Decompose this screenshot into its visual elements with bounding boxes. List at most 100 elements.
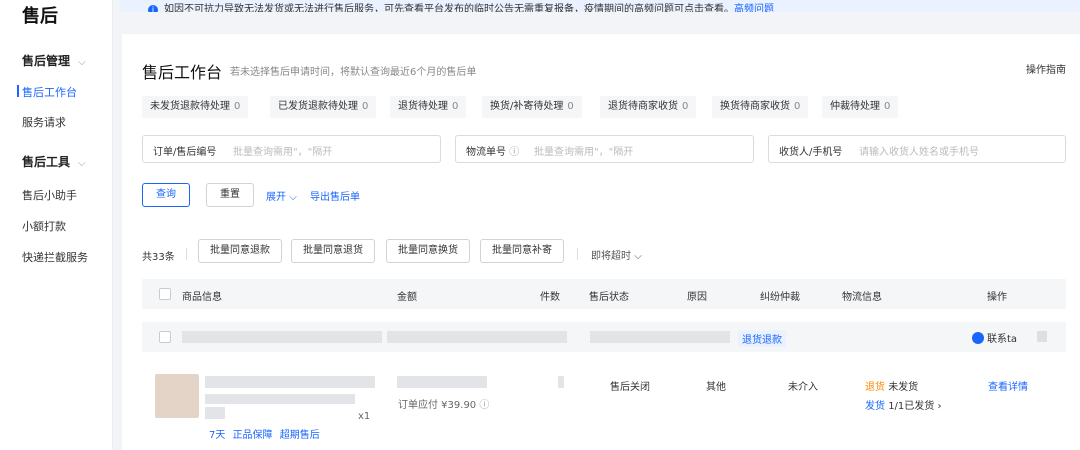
blurred-order-info — [182, 331, 382, 343]
notice-link[interactable]: 高频问题 — [734, 4, 774, 12]
main-panel: 售后工作台 若未选择售后申请时间，将默认查询最近6个月的售后单 操作指南 未发货… — [122, 34, 1080, 450]
sidebar-group-label: 售后工具 — [22, 155, 71, 169]
field-label: 收货人/手机号 — [779, 147, 843, 158]
chip-count: 0 — [234, 101, 241, 112]
blurred-amount — [397, 376, 487, 388]
soon-label: 即将超时 — [591, 251, 631, 262]
product-qty: x1 — [358, 411, 371, 422]
export-link[interactable]: 导出售后单 — [310, 188, 360, 203]
batch-agree-refund-button[interactable]: 批量同意退款 — [198, 239, 282, 263]
sidebar-group-aftersale-management[interactable]: 售后管理 ⌵ — [22, 52, 86, 69]
divider — [186, 248, 187, 260]
contact-label: 联系ta — [987, 334, 1018, 345]
batch-agree-resend-button[interactable]: 批量同意补寄 — [480, 239, 564, 263]
status-chip[interactable]: 已发货退款待处理 0 — [270, 96, 377, 118]
logistics-number-field[interactable]: 物流单号 ⓘ 批量查询需用"，"隔开 — [455, 135, 754, 163]
help-icon: ⓘ — [509, 147, 520, 158]
view-details-link[interactable]: 查看详情 — [988, 378, 1028, 393]
dispute-status: 未介入 — [788, 382, 818, 393]
sidebar-item-small-payment[interactable]: 小额打款 — [22, 218, 66, 234]
return-status: 未发货 — [888, 382, 919, 393]
ship-logistics[interactable]: 发货 1/1已发货 › — [865, 397, 941, 412]
field-placeholder: 批量查询需用"，"隔开 — [534, 147, 634, 158]
field-label: 物流单号 ⓘ — [466, 143, 519, 158]
chip-label: 未发货退款待处理 — [150, 101, 230, 112]
total-count: 共33条 — [142, 252, 175, 263]
blurred-order-info — [387, 331, 567, 343]
order-amount: 订单应付 ¥39.90 ⓘ — [398, 396, 489, 411]
aftersale-type-tag: 退货退款 — [738, 330, 786, 347]
chevron-down-icon: ⌵ — [634, 251, 642, 262]
expand-label: 展开 — [266, 192, 286, 203]
receiver-field[interactable]: 收货人/手机号 请输入收货人姓名或手机号 — [768, 135, 1066, 163]
field-label: 订单/售后编号 — [153, 147, 217, 158]
tag-genuine: 正品保障 — [232, 430, 273, 441]
col-status: 售后状态 — [589, 292, 629, 303]
sidebar-item-workbench[interactable]: 售后工作台 — [17, 84, 77, 100]
status-chip[interactable]: 换货/补寄待处理 0 — [482, 96, 582, 118]
status-chip[interactable]: 换货待商家收货 0 — [712, 96, 809, 118]
amount-text: 订单应付 ¥39.90 — [398, 400, 477, 411]
flag-icon[interactable] — [1037, 331, 1047, 342]
status-chip[interactable]: 退货待商家收货 0 — [600, 96, 697, 118]
contact-button[interactable]: 联系ta — [972, 330, 1017, 345]
sidebar: 售后 售后管理 ⌵ 售后工作台 服务请求 售后工具 ⌵ 售后小助手 小额打款 快递拦… — [0, 0, 113, 450]
chip-label: 退货待商家收货 — [608, 101, 678, 112]
blurred-product-title — [205, 376, 375, 388]
chevron-down-icon: ⌵ — [78, 57, 86, 68]
notice-text: 如因不可抗力导致无法发货或无法进行售后服务，可先查看平台发布的临时公告无需重复报… — [164, 4, 734, 12]
tag-7days: 7天 — [209, 430, 226, 441]
chip-count: 0 — [452, 101, 459, 112]
status-chip[interactable]: 未发货退款待处理 0 — [142, 96, 249, 118]
col-actions: 操作 — [987, 292, 1007, 303]
field-placeholder: 批量查询需用"，"隔开 — [233, 147, 333, 158]
reset-button[interactable]: 重置 — [206, 183, 254, 207]
chip-count: 0 — [682, 101, 689, 112]
status-chip[interactable]: 仲裁待处理 0 — [822, 96, 899, 118]
col-dispute: 纠纷仲裁 — [760, 292, 800, 303]
guide-link[interactable]: 操作指南 — [1026, 61, 1066, 76]
sidebar-item-express-intercept[interactable]: 快递拦截服务 — [22, 249, 88, 265]
divider — [577, 248, 578, 260]
col-product: 商品信息 — [182, 292, 222, 303]
aftersale-status: 售后关闭 — [610, 382, 650, 393]
sidebar-item-assistant[interactable]: 售后小助手 — [22, 187, 77, 203]
chip-label: 换货待商家收货 — [720, 101, 790, 112]
row-checkbox[interactable] — [159, 331, 171, 343]
soon-timeout-filter[interactable]: 即将超时 ⌵ — [591, 247, 642, 262]
sidebar-item-service-requests[interactable]: 服务请求 — [22, 114, 66, 130]
tag-overdue: 超期售后 — [279, 430, 320, 441]
sidebar-group-label: 售后管理 — [22, 54, 71, 68]
batch-agree-exchange-button[interactable]: 批量同意换货 — [386, 239, 470, 263]
sidebar-group-aftersale-tools[interactable]: 售后工具 ⌵ — [22, 153, 86, 170]
blurred-qty — [558, 376, 564, 388]
ship-tag: 发货 — [865, 401, 885, 412]
chip-label: 已发货退款待处理 — [278, 101, 358, 112]
page-subtitle: 若未选择售后申请时间，将默认查询最近6个月的售后单 — [230, 67, 477, 78]
chip-count: 0 — [884, 101, 891, 112]
return-logistics: 退货 未发货 — [865, 378, 918, 393]
query-button[interactable]: 查询 — [142, 183, 190, 207]
table-header: 商品信息 金额 件数 售后状态 原因 纠纷仲裁 物流信息 操作 — [142, 279, 1066, 309]
product-tags: 7天 正品保障 超期售后 — [209, 426, 320, 441]
batch-agree-return-button[interactable]: 批量同意退货 — [291, 239, 375, 263]
chip-label: 仲裁待处理 — [830, 101, 880, 112]
chip-label: 退货待处理 — [398, 101, 448, 112]
chip-count: 0 — [794, 101, 801, 112]
avatar — [972, 332, 984, 344]
page-title: 售后工作台 — [142, 63, 223, 82]
order-number-field[interactable]: 订单/售后编号 批量查询需用"，"隔开 — [142, 135, 441, 163]
col-qty: 件数 — [540, 292, 560, 303]
chip-count: 0 — [567, 101, 574, 112]
blurred-product-spec — [205, 407, 225, 419]
order-group-row: 退货退款 联系ta — [142, 322, 1066, 352]
sidebar-title: 售后 — [22, 6, 58, 27]
chevron-down-icon: ⌵ — [289, 192, 297, 203]
status-chip[interactable]: 退货待处理 0 — [390, 96, 467, 118]
expand-link[interactable]: 展开 ⌵ — [266, 188, 297, 203]
aftersale-reason: 其他 — [706, 382, 726, 393]
field-label-text: 物流单号 — [466, 147, 506, 158]
chip-label: 换货/补寄待处理 — [490, 101, 564, 112]
info-icon: i — [148, 5, 158, 12]
select-all-checkbox[interactable] — [159, 288, 171, 300]
